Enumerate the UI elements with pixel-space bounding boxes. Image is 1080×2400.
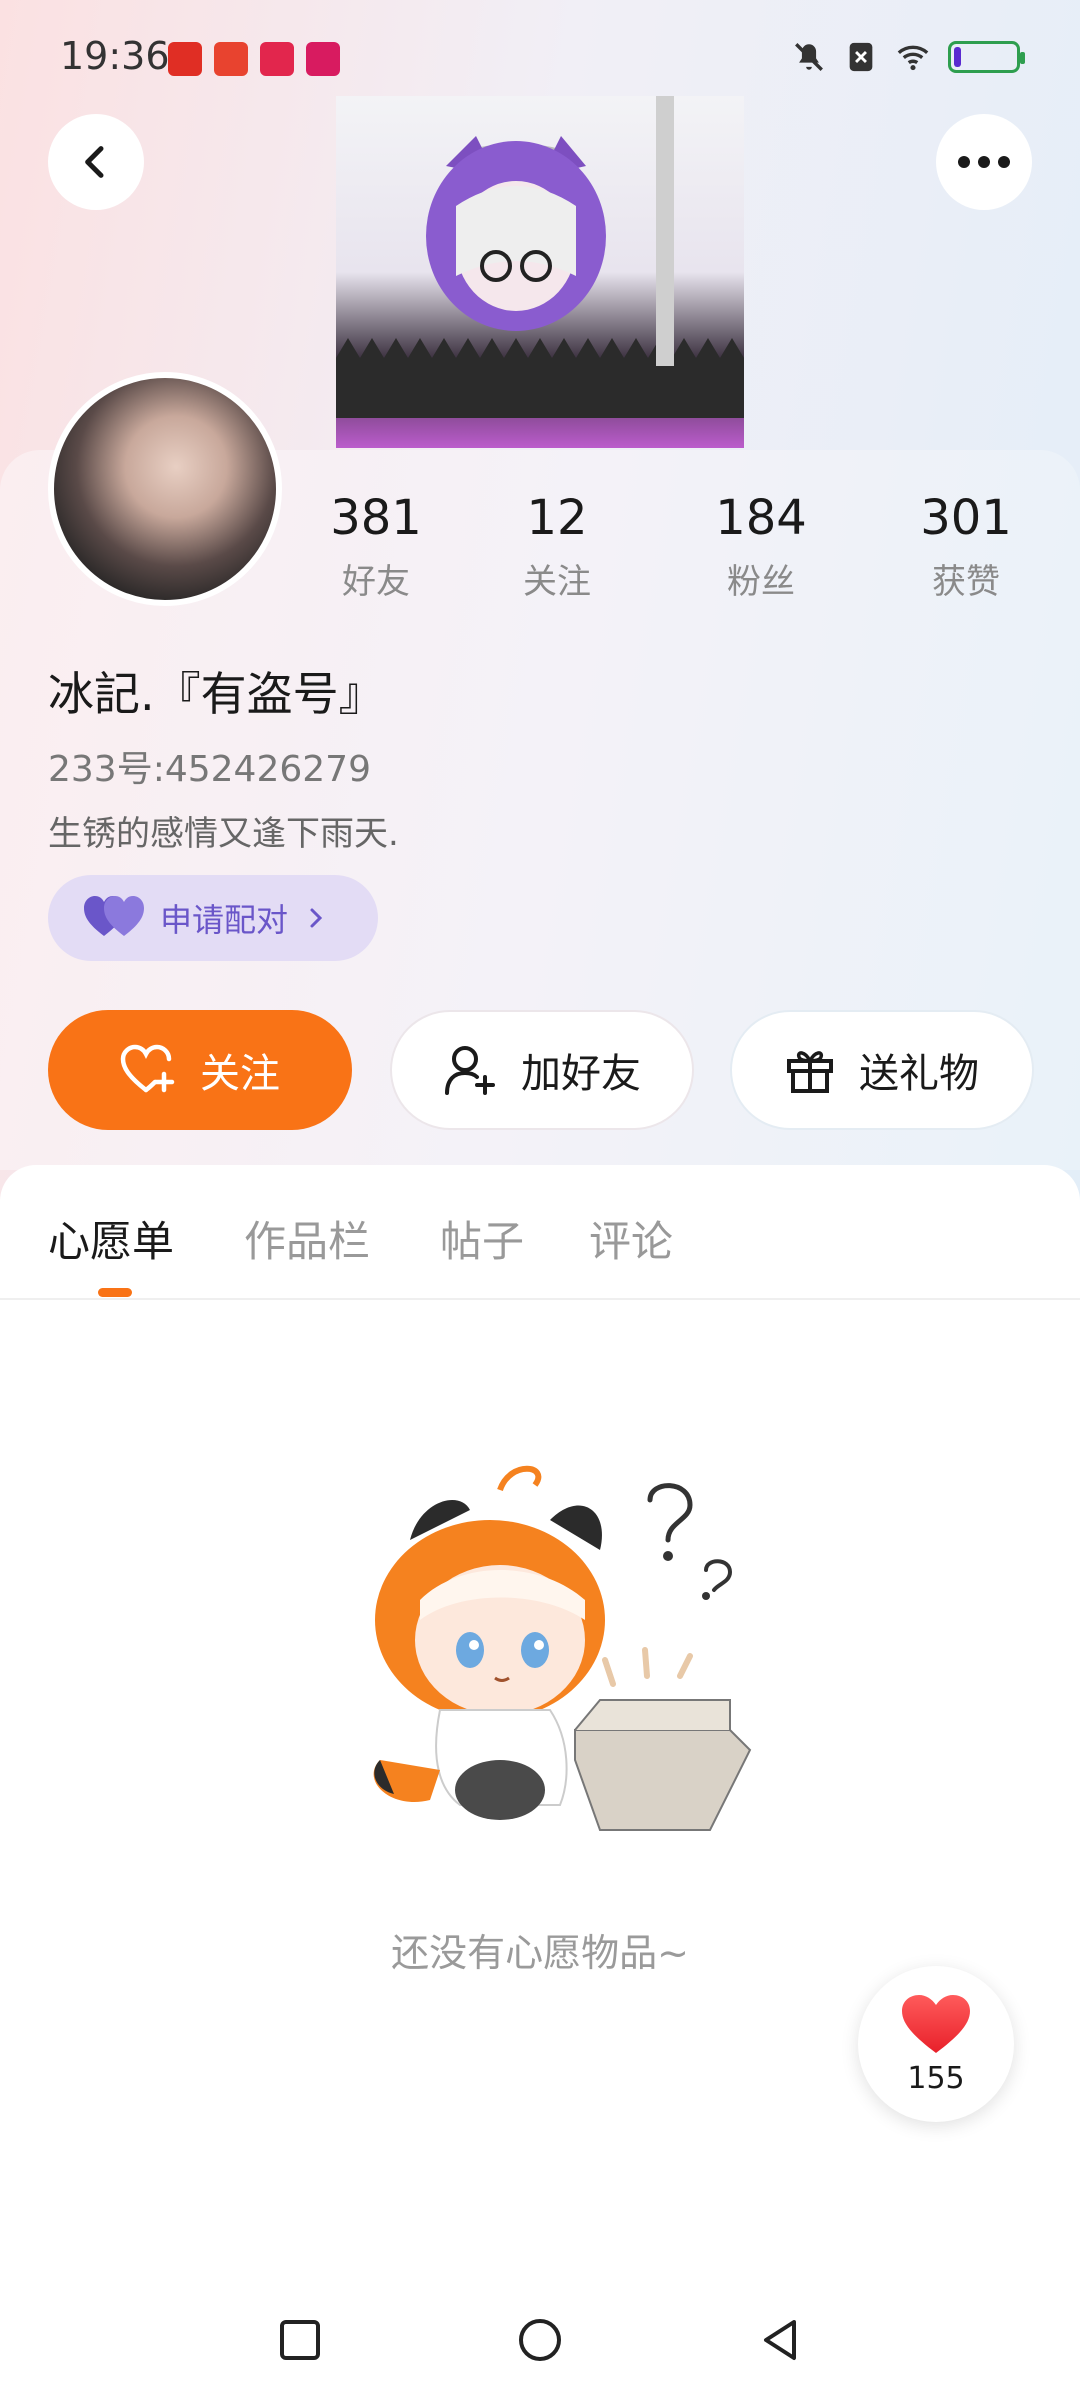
profile-tabs: 心愿单 作品栏 帖子 评论	[0, 1200, 1080, 1300]
taobao-app-icon	[214, 42, 248, 76]
empty-wishlist-illustration	[373, 1465, 752, 1831]
battery-icon	[948, 41, 1025, 73]
status-bar: 19:36	[0, 0, 1080, 110]
profile-decoration-image	[336, 96, 744, 448]
stat-value: 301	[920, 490, 1012, 546]
notification-app-icons	[168, 42, 340, 76]
stat-label: 关注	[523, 562, 591, 602]
status-time: 19:36	[60, 34, 170, 78]
system-nav-bar	[0, 2290, 1080, 2400]
gift-icon	[787, 1051, 833, 1093]
tab-wishlist[interactable]: 心愿单	[48, 1208, 174, 1269]
stat-value: 12	[526, 490, 588, 546]
send-gift-button[interactable]: 送礼物	[730, 1010, 1034, 1130]
home-button[interactable]	[510, 2310, 570, 2370]
more-dots-icon	[958, 156, 1010, 168]
stat-label: 好友	[342, 562, 410, 602]
shopping-app-icon	[306, 42, 340, 76]
like-count: 155	[907, 2060, 965, 2096]
stat-label: 粉丝	[727, 562, 795, 602]
stat-fans[interactable]: 184 粉丝	[671, 490, 851, 603]
chevron-left-icon	[85, 146, 104, 178]
tab-posts[interactable]: 帖子	[440, 1208, 524, 1269]
stat-likes[interactable]: 301 获赞	[876, 490, 1056, 603]
double-heart-icon	[84, 896, 144, 936]
follow-button[interactable]: 关注	[48, 1010, 352, 1130]
circle-icon	[519, 2319, 561, 2361]
pinduoduo-app-icon	[168, 42, 202, 76]
square-icon	[280, 2320, 320, 2360]
stat-value: 184	[715, 490, 807, 546]
stat-friends[interactable]: 381 好友	[286, 490, 466, 603]
avatar[interactable]	[48, 372, 282, 606]
heart-icon	[902, 1994, 970, 2053]
like-button[interactable]: 155	[858, 1966, 1014, 2122]
send-gift-label: 送礼物	[859, 1051, 979, 1097]
no-sim-icon	[849, 42, 873, 72]
add-friend-button[interactable]: 加好友	[390, 1010, 694, 1130]
deals-app-icon	[260, 42, 294, 76]
mute-icon	[795, 43, 823, 71]
user-bio: 生锈的感情又逢下雨天.	[48, 814, 399, 854]
triangle-back-icon	[764, 2320, 796, 2360]
follow-label: 关注	[200, 1051, 280, 1097]
active-tab-indicator	[98, 1288, 132, 1297]
username: 冰記.『有盗号』	[48, 667, 385, 721]
stat-label: 获赞	[932, 562, 1000, 602]
add-friend-label: 加好友	[521, 1051, 641, 1097]
status-indicators	[792, 40, 1025, 74]
stat-value: 381	[330, 490, 422, 546]
add-user-icon	[445, 1046, 495, 1095]
tab-works[interactable]: 作品栏	[244, 1208, 370, 1269]
stat-following[interactable]: 12 关注	[467, 490, 647, 603]
back-button[interactable]	[48, 114, 144, 210]
request-pair-label: 申请配对	[160, 901, 289, 939]
system-back-button[interactable]	[750, 2310, 810, 2370]
user-id: 233号:452426279	[48, 749, 371, 790]
tab-comments[interactable]: 评论	[589, 1208, 673, 1269]
chevron-right-icon	[310, 908, 323, 928]
more-button[interactable]	[936, 114, 1032, 210]
wifi-icon	[897, 45, 929, 71]
recent-apps-button[interactable]	[270, 2310, 330, 2370]
battery-level	[954, 47, 961, 67]
tabs-divider	[0, 1298, 1080, 1300]
request-pair-button[interactable]: 申请配对	[48, 875, 378, 961]
heart-plus-icon	[120, 1044, 175, 1093]
